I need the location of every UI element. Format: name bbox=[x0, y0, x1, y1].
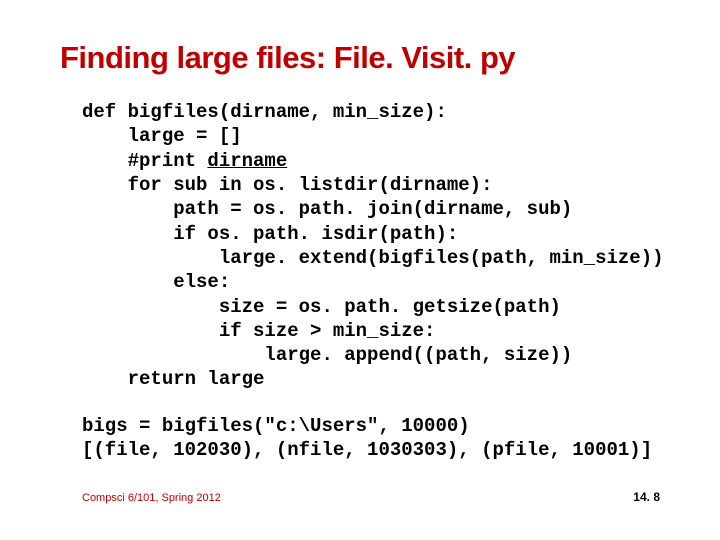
output-line: [(file, 102030), (nfile, 1030303), (pfil… bbox=[82, 439, 652, 461]
slide: Finding large files: File. Visit. py def… bbox=[0, 0, 720, 540]
output-line: bigs = bigfiles("c:\Users", 10000) bbox=[82, 415, 470, 437]
code-line: for sub in os. listdir(dirname): bbox=[82, 174, 492, 196]
code-line: else: bbox=[82, 271, 230, 293]
code-underline: dirname bbox=[207, 150, 287, 172]
code-line: large. extend(bigfiles(path, min_size)) bbox=[82, 247, 664, 269]
code-line: #print bbox=[82, 150, 207, 172]
code-line: size = os. path. getsize(path) bbox=[82, 296, 561, 318]
code-line: def bigfiles(dirname, min_size): bbox=[82, 101, 447, 123]
page-title: Finding large files: File. Visit. py bbox=[60, 40, 662, 76]
code-line: large. append((path, size)) bbox=[82, 344, 572, 366]
code-line: if os. path. isdir(path): bbox=[82, 223, 458, 245]
code-line: path = os. path. join(dirname, sub) bbox=[82, 198, 572, 220]
footer-course: Compsci 6/101, Spring 2012 bbox=[82, 492, 221, 504]
code-line: if size > min_size: bbox=[82, 320, 435, 342]
code-line: return large bbox=[82, 368, 264, 390]
code-line: large = [] bbox=[82, 125, 242, 147]
footer-page-number: 14. 8 bbox=[633, 490, 660, 504]
output-block: bigs = bigfiles("c:\Users", 10000) [(fil… bbox=[82, 414, 662, 463]
code-block: def bigfiles(dirname, min_size): large =… bbox=[82, 100, 662, 392]
